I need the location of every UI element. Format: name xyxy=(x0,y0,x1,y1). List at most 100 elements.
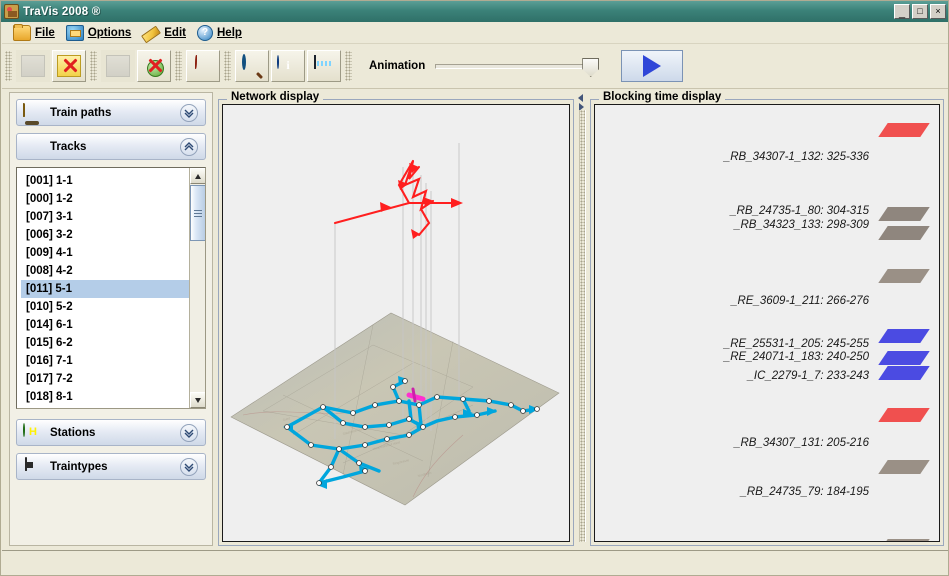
list-item[interactable]: [000] 1-2 xyxy=(21,190,189,208)
splitter-grip[interactable] xyxy=(579,110,586,542)
traintype-icon xyxy=(23,456,43,476)
menu-item-options-label: Options xyxy=(87,26,132,39)
globe-delete-icon xyxy=(143,56,165,77)
tracks-list-scrollbar[interactable] xyxy=(189,168,205,408)
chevron-down-icon[interactable] xyxy=(180,424,198,442)
toolbar-grip-3[interactable] xyxy=(175,51,182,81)
list-item[interactable]: [017] 7-2 xyxy=(21,370,189,388)
list-item[interactable]: [009] 4-1 xyxy=(21,244,189,262)
blocking-time-bar[interactable] xyxy=(878,408,930,422)
info-icon xyxy=(277,55,299,76)
blocking-time-bar[interactable] xyxy=(878,460,930,474)
blocking-time-label: _IC_2279-1_7: 233-243 xyxy=(747,370,870,382)
minimize-button[interactable]: _ xyxy=(894,4,910,19)
pane-splitter[interactable] xyxy=(576,92,587,546)
maximize-button[interactable]: □ xyxy=(912,4,928,19)
blocking-time-label: _RB_34323_133: 298-309 xyxy=(734,219,869,231)
list-item[interactable]: [019] 8-2 xyxy=(21,406,189,408)
sidebar-panel-tracks[interactable]: Tracks xyxy=(16,133,206,160)
scroll-up-button[interactable] xyxy=(190,168,205,184)
window-title: TraVis 2008 ® xyxy=(23,5,101,18)
toolbar-grip-1[interactable] xyxy=(5,51,12,81)
scroll-down-button[interactable] xyxy=(190,392,205,408)
options-icon xyxy=(65,24,84,41)
list-item[interactable]: [018] 8-1 xyxy=(21,388,189,406)
chevron-down-icon[interactable] xyxy=(180,458,198,476)
list-item[interactable]: [011] 5-1 xyxy=(21,280,189,298)
sidebar-panel-stations-label: Stations xyxy=(50,426,96,439)
menu-item-edit-label: Edit xyxy=(164,26,186,39)
open-file-button[interactable] xyxy=(16,50,50,82)
list-item[interactable]: [007] 3-1 xyxy=(21,208,189,226)
chevron-down-icon[interactable] xyxy=(180,104,198,122)
note-delete-icon xyxy=(57,55,81,77)
menu-item-help-label: Help xyxy=(217,26,242,39)
animation-slider[interactable] xyxy=(435,57,600,77)
blocking-time-bar[interactable] xyxy=(878,123,930,137)
blocking-time-bar[interactable] xyxy=(878,329,930,343)
list-item[interactable]: [014] 6-1 xyxy=(21,316,189,334)
tracks-list[interactable]: [001] 1-1 [000] 1-2 [007] 3-1 [006] 3-2 [009… xyxy=(16,167,206,409)
sidebar-panel-train-paths[interactable]: Train paths xyxy=(16,99,206,126)
train-trajectory xyxy=(333,159,461,237)
minimize-icon: _ xyxy=(898,7,906,19)
menu-item-options[interactable]: Options xyxy=(63,23,139,43)
list-item[interactable]: [008] 4-2 xyxy=(21,262,189,280)
blocking-time-diagram[interactable]: _RB_34307-1_132: 325-336 _RB_24735-1_80: … xyxy=(594,104,940,542)
tracks-list-items: [001] 1-1 [000] 1-2 [007] 3-1 [006] 3-2 [009… xyxy=(17,168,189,408)
animation-slider-track xyxy=(435,64,596,69)
list-item[interactable]: [016] 7-1 xyxy=(21,352,189,370)
zoom-button[interactable] xyxy=(235,50,269,82)
chevron-up-icon[interactable] xyxy=(180,138,198,156)
close-file-button[interactable] xyxy=(52,50,86,82)
list-item[interactable]: [001] 1-1 xyxy=(21,172,189,190)
animation-slider-thumb[interactable] xyxy=(582,58,600,77)
blocking-time-bar[interactable] xyxy=(878,207,930,221)
blocking-time-bar[interactable] xyxy=(878,269,930,283)
menu-item-help[interactable]: Help xyxy=(194,23,250,43)
trajectory-arrowheads xyxy=(380,163,463,239)
open-network-button[interactable] xyxy=(101,50,135,82)
network-display-canvas[interactable]: Stadtmitte Nord Hauptbahnhof West Ringst… xyxy=(222,104,570,542)
train-icon xyxy=(23,102,43,122)
play-button[interactable] xyxy=(621,50,684,82)
toolbar-group-file xyxy=(15,50,87,82)
toolbar-grip-5[interactable] xyxy=(345,51,352,81)
sidebar-panel-traintypes[interactable]: Traintypes xyxy=(16,453,206,480)
map-plane: Stadtmitte Nord Hauptbahnhof West Ringst… xyxy=(230,312,560,506)
magnifier-icon xyxy=(241,54,263,76)
blocking-time-bar[interactable] xyxy=(878,226,930,240)
run-button[interactable] xyxy=(186,50,220,82)
close-network-button[interactable] xyxy=(137,50,171,82)
list-item[interactable]: [010] 5-2 xyxy=(21,298,189,316)
menu-item-file[interactable]: File xyxy=(10,23,63,43)
network-display-pane: Network display Stadtmitte Nord Hauptbah… xyxy=(218,91,574,546)
blocking-time-label: _RB_34307_131: 205-216 xyxy=(734,437,869,449)
splitter-collapse-left-icon[interactable] xyxy=(578,94,583,102)
title-bar: TraVis 2008 ® _ □ × xyxy=(1,1,948,22)
blocking-time-bar[interactable] xyxy=(878,539,930,541)
chart-icon xyxy=(313,55,335,76)
sidebar-panel-stations[interactable]: Stations xyxy=(16,419,206,446)
track-icon xyxy=(23,138,43,156)
scroll-thumb[interactable] xyxy=(190,185,205,241)
close-button[interactable]: × xyxy=(930,4,946,19)
network-display-frame: Stadtmitte Nord Hauptbahnhof West Ringst… xyxy=(218,99,574,546)
menu-item-file-label: File xyxy=(35,26,55,39)
maximize-icon: □ xyxy=(917,6,923,16)
chart-button[interactable] xyxy=(307,50,341,82)
sidebar-panel-train-paths-label: Train paths xyxy=(50,106,112,119)
rocket-icon xyxy=(192,55,214,76)
blocking-time-label: _RB_24735-1_80: 304-315 xyxy=(730,205,869,217)
app-icon xyxy=(4,4,19,19)
toolbar-group-network xyxy=(100,50,172,82)
menu-item-edit[interactable]: Edit xyxy=(139,25,194,43)
toolbar-grip-4[interactable] xyxy=(224,51,231,81)
list-item[interactable]: [006] 3-2 xyxy=(21,226,189,244)
info-button[interactable] xyxy=(271,50,305,82)
toolbar-grip-2[interactable] xyxy=(90,51,97,81)
blocking-time-bar[interactable] xyxy=(878,351,930,365)
list-item[interactable]: [015] 6-2 xyxy=(21,334,189,352)
help-icon xyxy=(197,24,213,41)
blocking-time-bar[interactable] xyxy=(878,366,930,380)
